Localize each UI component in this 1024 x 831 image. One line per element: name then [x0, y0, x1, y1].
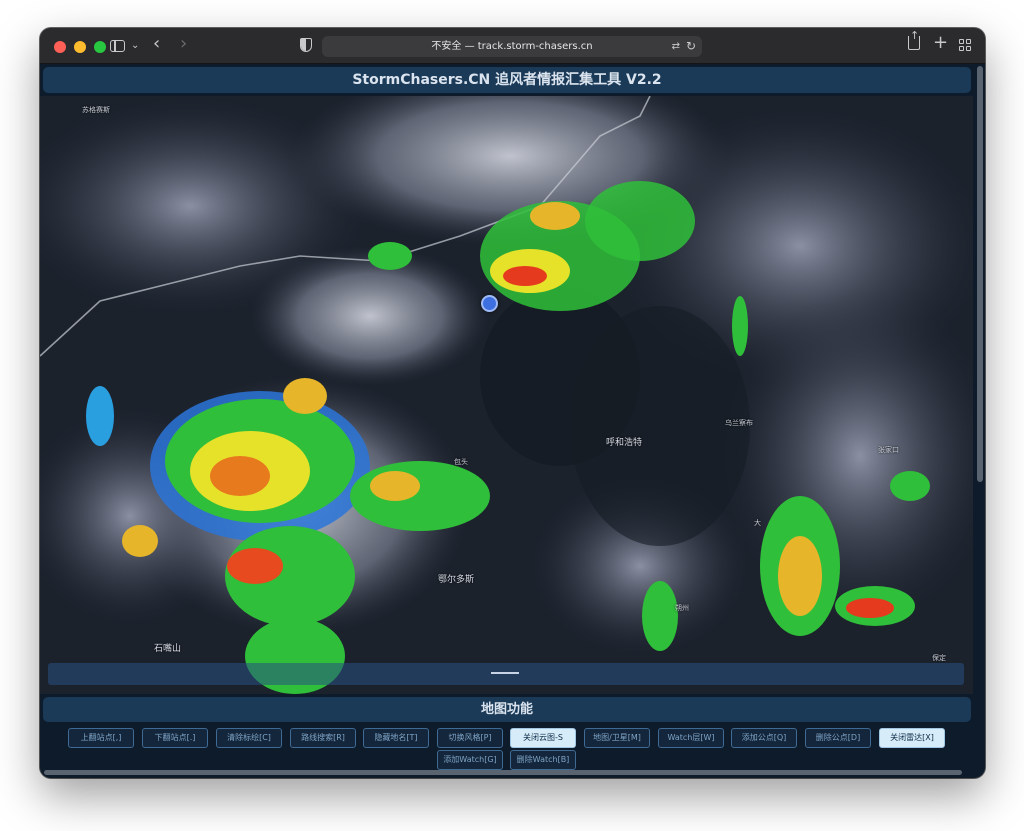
place-label: 朔州 — [675, 604, 689, 612]
forward-icon[interactable]: › — [180, 35, 187, 53]
browser-window: ⌄ ‹ › 不安全 — track.storm-chasers.cn ⇄ ↻ +… — [40, 28, 985, 778]
place-label: 苏格赛斯 — [82, 106, 110, 114]
place-label: 大 — [754, 519, 761, 527]
next-station-button[interactable]: 下翻站点[.] — [142, 728, 208, 748]
browser-toolbar: ⌄ ‹ › 不安全 — track.storm-chasers.cn ⇄ ↻ + — [40, 28, 985, 64]
route-search-button[interactable]: 路线搜索[R] — [290, 728, 356, 748]
maximize-window-button[interactable] — [94, 41, 106, 53]
new-tab-icon[interactable]: + — [933, 34, 948, 52]
address-text: 不安全 — track.storm-chasers.cn — [431, 41, 593, 52]
tab-overview-icon[interactable] — [959, 39, 971, 51]
shield-icon[interactable] — [300, 38, 312, 52]
delete-watch-button[interactable]: 删除Watch[B] — [510, 750, 576, 770]
chevron-down-icon[interactable]: ⌄ — [131, 37, 139, 55]
minimize-window-button[interactable] — [74, 41, 86, 53]
place-label: 包头 — [454, 458, 468, 466]
share-icon[interactable] — [908, 28, 920, 50]
place-label: 张家口 — [878, 446, 899, 454]
map-satellite-button[interactable]: 地图/卫星[M] — [584, 728, 650, 748]
close-window-button[interactable] — [54, 41, 66, 53]
map-imagery — [40, 96, 973, 694]
app-title: StormChasers.CN 追风者情报汇集工具 V2.2 — [43, 67, 971, 93]
place-label: 鄂尔多斯 — [438, 575, 475, 585]
place-label: 石嘴山 — [154, 644, 182, 654]
add-public-point-button[interactable]: 添加公点[Q] — [731, 728, 797, 748]
close-radar-button[interactable]: 关闭雷达[X] — [879, 728, 945, 748]
place-label: 呼和浩特 — [606, 438, 643, 448]
section-title: 地图功能 — [43, 697, 971, 722]
prev-station-button[interactable]: 上翻站点[,] — [68, 728, 134, 748]
hide-place-names-button[interactable]: 隐藏地名[T] — [363, 728, 429, 748]
vertical-scrollbar[interactable] — [977, 66, 983, 482]
slider-handle[interactable] — [491, 672, 519, 674]
translate-icon[interactable]: ⇄ — [672, 36, 680, 57]
back-icon[interactable]: ‹ — [153, 35, 160, 53]
timeline-slider[interactable] — [48, 663, 964, 685]
sidebar-icon[interactable] — [110, 40, 125, 52]
switch-style-button[interactable]: 切换风格[P] — [437, 728, 503, 748]
place-label: 保定 — [932, 654, 946, 662]
watch-layer-button[interactable]: Watch层[W] — [658, 728, 724, 748]
delete-public-point-button[interactable]: 删除公点[D] — [805, 728, 871, 748]
close-cloud-map-button[interactable]: 关闭云图-S — [510, 728, 576, 748]
reload-icon[interactable]: ↻ — [686, 36, 696, 57]
clear-markings-button[interactable]: 清除标绘[C] — [216, 728, 282, 748]
user-location-marker[interactable] — [481, 295, 498, 312]
horizontal-scrollbar[interactable] — [44, 770, 962, 775]
add-watch-button[interactable]: 添加Watch[G] — [437, 750, 503, 770]
radar-satellite-map[interactable]: 苏格赛斯 呼和浩特 乌兰察布 包头 鄂尔多斯 张家口 大 朔州 石嘴山 保定 — [40, 96, 973, 694]
page-content: StormChasers.CN 追风者情报汇集工具 V2.2 苏格赛斯 呼和浩特… — [40, 64, 985, 778]
address-bar[interactable]: 不安全 — track.storm-chasers.cn ⇄ ↻ — [322, 36, 702, 57]
place-label: 乌兰察布 — [725, 419, 753, 427]
